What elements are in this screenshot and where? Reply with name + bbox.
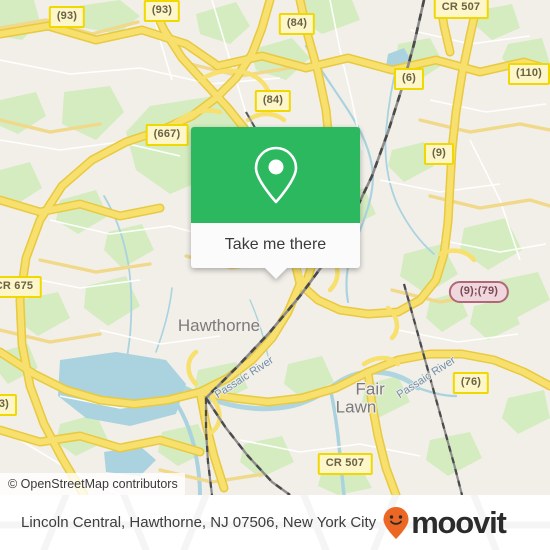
popup-header [191,127,360,223]
map-screenshot: Hawthorne Fair Lawn Passaic River Passai… [0,0,550,550]
shield-93-left[interactable]: (93) [48,6,86,28]
shield-6[interactable]: (6) [393,68,425,90]
popup-pointer-tail [264,268,287,279]
shield-9-upper[interactable]: (9) [423,143,455,165]
footer-bar: Lincoln Central, Hawthorne, NJ 07506, Ne… [0,495,550,550]
moovit-logo[interactable]: moovit [382,505,507,540]
popup-footer[interactable]: Take me there [191,223,360,279]
location-popup-card[interactable]: Take me there [191,127,360,279]
osm-attribution[interactable]: © OpenStreetMap contributors [0,473,185,495]
map-canvas[interactable]: Hawthorne Fair Lawn Passaic River Passai… [0,0,550,495]
take-me-there-button[interactable]: Take me there [225,236,326,253]
location-address-label: Lincoln Central, Hawthorne, NJ 07506, Ne… [21,514,377,531]
place-label-fair-lawn: Fair Lawn [327,362,385,433]
shield-84-lower[interactable]: (84) [254,90,292,112]
map-pin-icon [254,146,297,204]
shield-cr-507-bottom[interactable]: CR 507 [317,453,373,475]
shield-cr-675[interactable]: CR 675 [0,276,42,298]
moovit-smiley-pin-icon [383,506,409,539]
shield-667[interactable]: (667) [145,124,189,146]
shield-76[interactable]: (76) [452,372,490,394]
shield-93-center[interactable]: (93) [143,0,181,22]
shield-110[interactable]: (110) [507,63,550,85]
place-label-hawthorne: Hawthorne [177,316,261,336]
shield-84-top[interactable]: (84) [278,13,316,35]
shield-left-clip[interactable]: (3) [0,394,18,416]
moovit-wordmark: moovit [411,505,507,540]
shield-cr-507-top[interactable]: CR 507 [433,0,489,19]
place-label-fair-lawn-text: Fair Lawn [335,379,385,416]
shield-9-79[interactable]: (9);(79) [448,281,510,303]
